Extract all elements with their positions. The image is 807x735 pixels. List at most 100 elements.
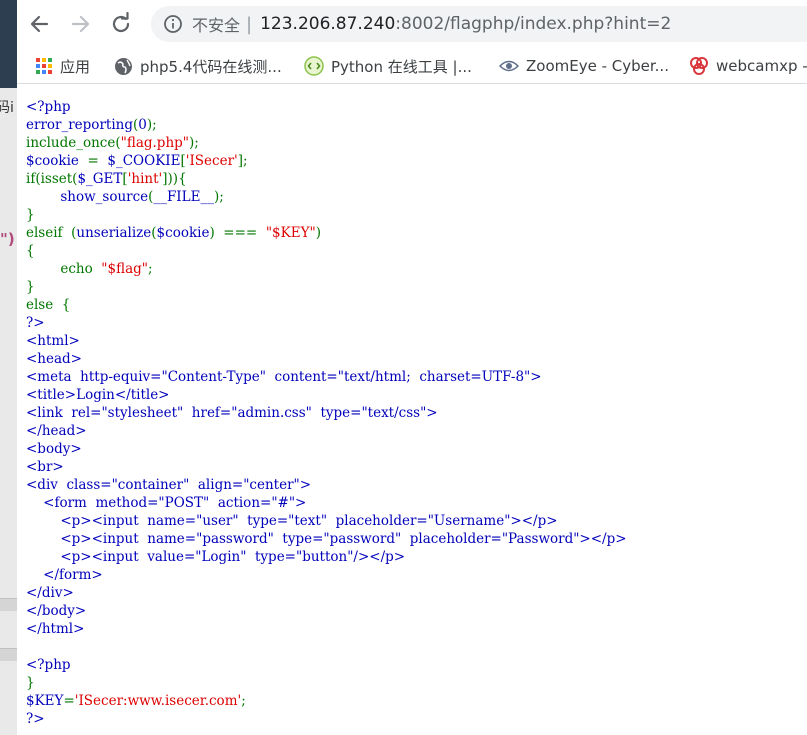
- code-token: <br>: [26, 459, 64, 475]
- code-token: ])){: [162, 171, 187, 187]
- back-button[interactable]: [27, 11, 53, 37]
- code-token: $KEY: [26, 693, 64, 709]
- code-token: <?php: [26, 657, 71, 673]
- bookmark-label: ZoomEye - Cyber...: [526, 57, 669, 75]
- code-token: <p><input name="password" type="password…: [26, 531, 627, 547]
- code-line: $cookie = $_COOKIE['ISecer'];: [26, 152, 806, 170]
- bookmark-php-online[interactable]: php5.4代码在线测...: [114, 49, 282, 83]
- code-line: }: [26, 674, 806, 692]
- code-token: );: [213, 189, 224, 205]
- code-line: include_once("flag.php");: [26, 134, 806, 152]
- code-token: ;: [148, 261, 153, 277]
- code-line: <link rel="stylesheet" href="admin.css" …: [26, 404, 806, 422]
- code-token: 0: [138, 117, 147, 133]
- code-line: elseif (unserialize($cookie) === "$KEY"): [26, 224, 806, 242]
- bookmark-webcamxp[interactable]: webcamxp -: [689, 49, 807, 83]
- code-token: <head>: [26, 351, 82, 367]
- code-token: elseif (: [26, 225, 77, 241]
- code-token: __FILE__: [153, 189, 214, 205]
- code-token: "$flag": [101, 261, 148, 277]
- back-arrow-icon: [30, 15, 49, 33]
- code-token: 'hint': [127, 171, 163, 187]
- code-token: "$KEY": [265, 225, 316, 241]
- background-window-row: [0, 598, 17, 611]
- code-line: </form>: [26, 566, 806, 584]
- code-token: $cookie: [26, 153, 88, 169]
- code-line: <p><input name="password" type="password…: [26, 530, 806, 548]
- code-token: ): [315, 225, 321, 241]
- code-line: echo "$flag";: [26, 260, 806, 278]
- code-token: ) ===: [209, 225, 266, 241]
- info-icon[interactable]: [163, 14, 183, 34]
- code-token: }: [26, 279, 35, 295]
- background-window-edge: 码i "): [0, 0, 18, 735]
- code-token: else {: [26, 297, 71, 313]
- code-line: $KEY='ISecer:www.isecer.com';: [26, 692, 806, 710]
- code-token: <meta http-equiv="Content-Type" content=…: [26, 369, 542, 385]
- code-line: if(isset($_GET['hint'])){: [26, 170, 806, 188]
- forward-arrow-icon: [71, 15, 90, 33]
- background-window-text: 码i: [0, 100, 14, 116]
- code-token: ?>: [26, 711, 45, 727]
- code-token: }: [26, 207, 35, 223]
- code-token: <div class="container" align="center">: [26, 477, 312, 493]
- code-token: show_source: [60, 189, 149, 205]
- code-token: <?php: [26, 99, 71, 115]
- code-line: show_source(__FILE__);: [26, 188, 806, 206]
- code-line: </html>: [26, 620, 806, 638]
- code-line: ?>: [26, 314, 806, 332]
- code-line: <?php: [26, 98, 806, 116]
- code-token: <form method="POST" action="#">: [26, 495, 307, 511]
- code-line: }: [26, 206, 806, 224]
- code-line: </body>: [26, 602, 806, 620]
- background-window-row: [0, 648, 17, 661]
- code-token: </div>: [26, 585, 74, 601]
- browser-window: 不安全 | 123.206.87.240 :8002/flagphp/index…: [17, 0, 807, 735]
- code-line: <div class="container" align="center">: [26, 476, 806, 494]
- code-token: );: [146, 117, 157, 133]
- bookmark-zoomeye[interactable]: ZoomEye - Cyber...: [499, 49, 669, 83]
- code-token: 'ISecer': [185, 153, 238, 169]
- code-token: "flag.php": [120, 135, 189, 151]
- code-token: error_reporting: [26, 117, 133, 133]
- bookmark-apps[interactable]: 应用: [35, 49, 90, 83]
- security-status-label[interactable]: 不安全: [192, 12, 240, 36]
- code-token: ?>: [26, 315, 45, 331]
- code-token: ;: [241, 693, 246, 709]
- url-host[interactable]: 123.206.87.240: [260, 14, 395, 34]
- code-token: }: [26, 675, 35, 691]
- bookmark-label: Python 在线工具 |...: [331, 57, 472, 76]
- code-token: </html>: [26, 621, 85, 637]
- address-bar[interactable]: 不安全 | 123.206.87.240 :8002/flagphp/index…: [151, 6, 807, 42]
- code-line: <?php: [26, 656, 806, 674]
- code-token: <link rel="stylesheet" href="admin.css" …: [26, 405, 438, 421]
- code-line: }: [26, 278, 806, 296]
- bookmark-label: 应用: [60, 57, 91, 76]
- url-path[interactable]: :8002/flagphp/index.php?hint=2: [395, 14, 671, 34]
- code-line: <br>: [26, 458, 806, 476]
- code-token: </head>: [26, 423, 87, 439]
- code-token: ];: [237, 153, 248, 169]
- code-token: <html>: [26, 333, 80, 349]
- reload-icon: [112, 11, 130, 33]
- code-token: {: [26, 243, 35, 259]
- reload-button[interactable]: [108, 11, 134, 37]
- browser-toolbar: 不安全 | 123.206.87.240 :8002/flagphp/index…: [17, 0, 807, 49]
- python-tool-icon: [304, 56, 324, 76]
- eye-icon: [499, 60, 519, 72]
- code-line: <html>: [26, 332, 806, 350]
- code-token: <p><input value="Login" type="button"/><…: [26, 549, 406, 565]
- code-token: </body>: [26, 603, 87, 619]
- code-line: <body>: [26, 440, 806, 458]
- apps-grid-icon: [36, 58, 52, 74]
- forward-button[interactable]: [67, 11, 93, 37]
- code-line: <title>Login</title>: [26, 386, 806, 404]
- bookmark-python-tool[interactable]: Python 在线工具 |...: [304, 49, 472, 83]
- code-line: ?>: [26, 710, 806, 728]
- globe-icon: [115, 57, 132, 75]
- code-token: <body>: [26, 441, 82, 457]
- code-token: <p><input name="user" type="text" placeh…: [26, 513, 558, 529]
- code-token: 'ISecer:www.isecer.com': [74, 693, 242, 709]
- code-token: );: [189, 135, 199, 151]
